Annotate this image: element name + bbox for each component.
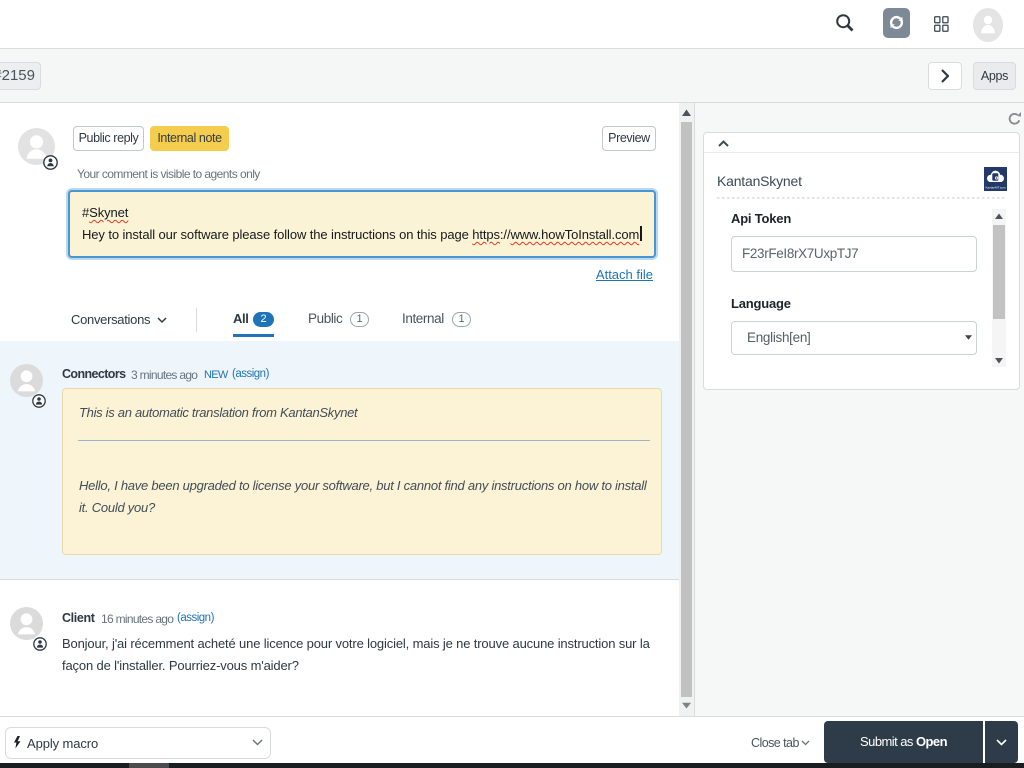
svg-text:KantanMT.com: KantanMT.com [985, 186, 1006, 190]
